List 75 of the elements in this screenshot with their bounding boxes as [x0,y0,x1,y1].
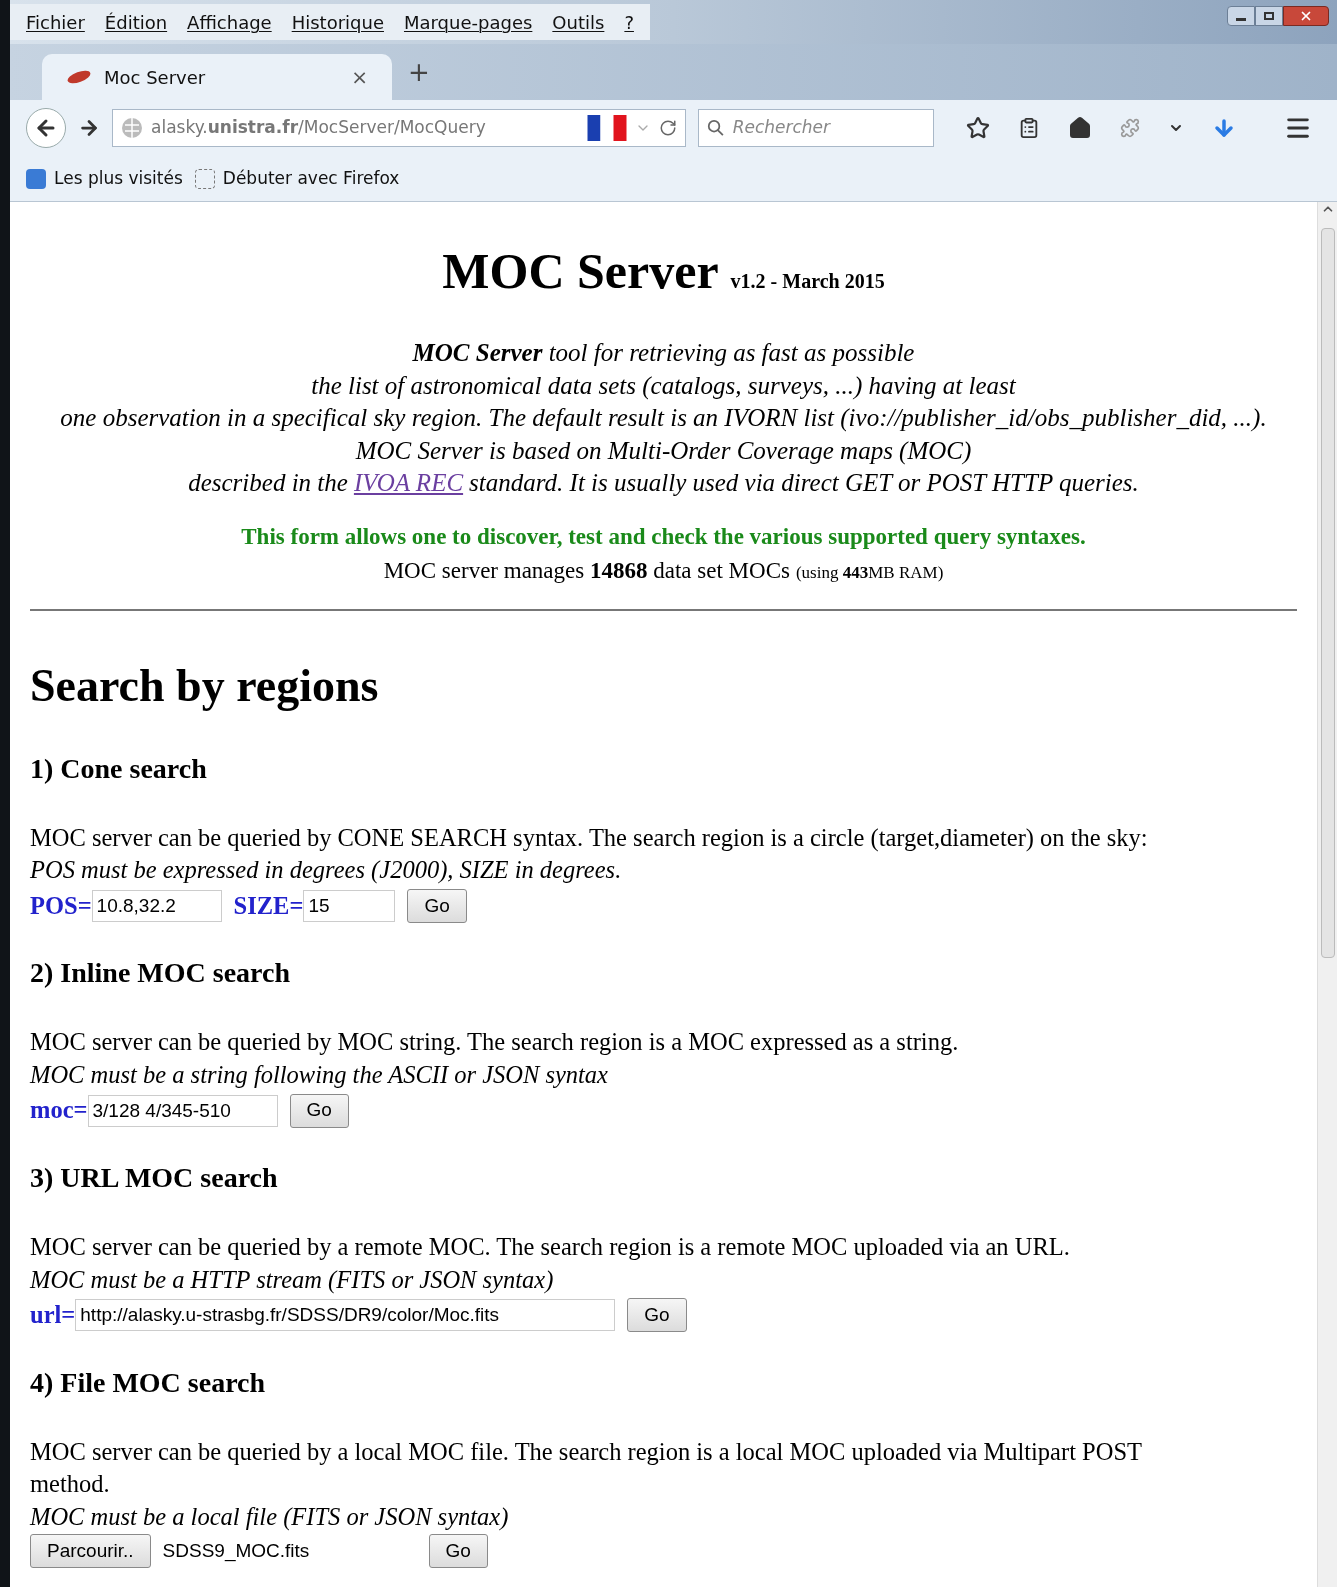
new-tab-button[interactable]: + [408,53,430,92]
subsection-title: 4) File MOC search [30,1365,267,1400]
search-field[interactable]: Rechercher [698,109,934,147]
tab-close-button[interactable]: × [351,62,368,92]
go-button[interactable]: Go [407,888,467,923]
search-input[interactable]: Rechercher [732,115,925,141]
intro-text: described in the [188,468,348,498]
intro-text: the list of astronomical data sets (catalogs, surveys, ...) having at least [310,370,1017,402]
tab-title: Moc Server [104,65,207,90]
back-button[interactable] [26,108,66,148]
query-input[interactable]: 15 [303,889,396,922]
hint-text: POS must be expressed in degrees (J2000), SIZE in degrees. [30,855,623,886]
section-heading: Search by regions [30,658,380,713]
intro-text: standard. It is usually used via direct GET or POST HTTP queries. [469,468,1139,498]
forward-icon[interactable] [78,117,100,139]
menu-item[interactable]: Édition [104,8,168,36]
description-text: MOC server can be queried by a remote MOC. The search region is a remote MOC uploaded via an URL. [30,1232,1071,1262]
file-name: SDSS9_MOC.fits [162,1539,311,1564]
globe-icon [121,117,143,139]
ivoa-rec-link[interactable]: IVOA REC [353,467,464,500]
intro-text: MOC Server tool for retrieving as fast as possible [411,338,916,368]
folder-icon [26,168,46,189]
reading-list-icon[interactable] [1018,117,1040,139]
field-label: SIZE= [233,890,304,921]
query-input[interactable]: 3/128 4/345-510 [87,1094,278,1127]
star-icon[interactable] [966,116,990,140]
intro-text: one observation in a specifical sky region. The default result is an IVORN list (ivo://publisher_id/obs_publisher_did, ...). [59,403,1268,434]
browse-button[interactable]: Parcourir.. [30,1534,151,1569]
go-button[interactable]: Go [428,1534,488,1569]
page-icon [194,168,215,189]
field-label: moc= [30,1095,88,1126]
subsection-title: 1) Cone search [30,751,208,786]
url-text: alasky.unistra.fr/MocServer/MocQuery [151,116,487,140]
close-icon [1299,9,1313,23]
notice-text: This form allows one to discover, test and check the various supported query syntaxes. [240,522,1087,551]
french-flag-icon [587,115,627,141]
bookmark-link[interactable]: Débuter avec Firefox [222,165,400,192]
subsection-title: 2) Inline MOC search [30,956,292,991]
menu-item[interactable]: Marque-pages [403,8,533,36]
subsection-title: 3) URL MOC search [30,1161,279,1195]
download-icon[interactable] [1212,116,1236,140]
go-button[interactable]: Go [289,1093,349,1128]
query-input[interactable]: 10.8,32.2 [91,889,222,922]
field-label: url= [30,1300,76,1330]
description-text: MOC server can be queried by MOC string. The search region is a MOC expressed as a string. [30,1027,960,1058]
address-bar[interactable]: alasky.unistra.fr/MocServer/MocQuery [112,109,686,147]
query-input[interactable]: http://alasky.u-strasbg.fr/SDSS/DR9/color/Moc.fits [75,1299,616,1332]
close-button[interactable] [1283,6,1329,26]
menu-item[interactable]: Historique [291,8,384,36]
bookmark-link[interactable]: Les plus visités [54,165,183,192]
home-icon[interactable] [1068,116,1092,140]
intro-text: MOC Server is based on Multi-Order Coverage maps (MOC) [354,435,973,467]
menu-item[interactable]: Outils [552,8,605,36]
go-button[interactable]: Go [627,1298,687,1333]
hint-text: MOC must be a local file (FITS or JSON syntax) [30,1501,510,1533]
scrollbar[interactable] [1317,202,1337,1587]
version-label: v1.2 - March 2015 [730,269,885,294]
moc-logo-icon [66,69,92,85]
scrollbar-thumb[interactable] [1320,228,1335,958]
minimize-button[interactable] [1227,6,1255,26]
reload-icon[interactable] [659,119,677,137]
description-text: MOC server can be queried by CONE SEARCH syntax. The search region is a circle (target,diameter) on the sky: [30,822,1149,854]
hint-text: MOC must be a HTTP stream (FITS or JSON syntax) [30,1264,555,1296]
maximize-button[interactable] [1255,6,1283,26]
hint-text: MOC must be a string following the ASCII or JSON syntax [30,1059,609,1090]
stats-text: MOC server manages 14868 data set MOCs [383,557,790,585]
field-label: POS= [30,890,92,921]
menu-item[interactable]: Fichier [26,8,85,36]
stats-note: (using 443MB RAM) [795,562,944,584]
menu-item[interactable]: Affichage [187,8,272,36]
description-text: MOC server can be queried by a local MOC file. The search region is a local MOC uploaded via Multipart POST method. [30,1436,1143,1500]
browser-tab[interactable]: Moc Server × [42,54,392,100]
search-icon [707,118,725,138]
page-title: MOC Server [442,242,719,301]
menu-item[interactable]: ? [624,8,634,36]
